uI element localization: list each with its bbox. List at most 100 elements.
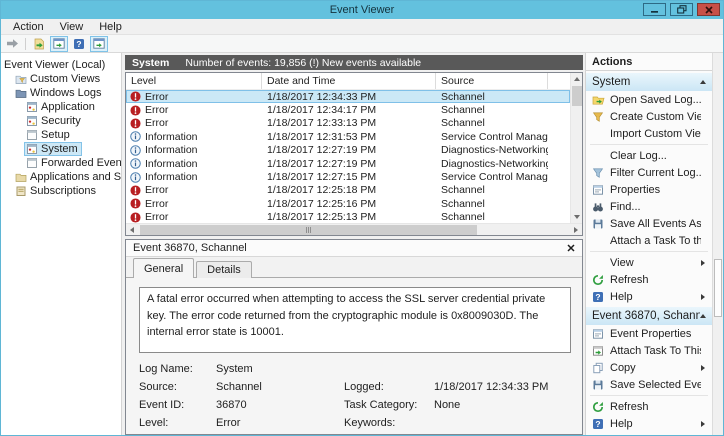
event-row[interactable]: Error1/18/2017 12:25:16 PMSchannel: [126, 197, 570, 210]
find-icon: [592, 201, 604, 213]
action-label: Import Custom View...: [606, 128, 701, 140]
column-header-level[interactable]: Level: [126, 73, 262, 89]
tree-item-custom-views[interactable]: Custom Views: [1, 72, 121, 86]
tab-details[interactable]: Details: [196, 261, 252, 278]
horizontal-scroll-thumb[interactable]: [140, 225, 477, 235]
action-label: Refresh: [606, 274, 701, 286]
event-list: LevelDate and TimeSource Error1/18/2017 …: [125, 72, 583, 236]
action-help[interactable]: ?Help: [586, 415, 712, 432]
actions-section-system[interactable]: System: [586, 73, 712, 91]
scroll-down-icon[interactable]: [571, 211, 583, 223]
collapse-icon[interactable]: [700, 314, 706, 318]
level-label: Error: [145, 211, 168, 223]
action-icon-slot: [590, 218, 606, 230]
forward-arrow-button[interactable]: [3, 36, 21, 52]
action-properties[interactable]: Properties: [586, 181, 712, 198]
tree-item-label: Subscriptions: [30, 185, 96, 197]
actions-scrollbar[interactable]: [712, 53, 723, 435]
action-icon-slot: ?: [590, 291, 606, 303]
menu-help[interactable]: Help: [91, 19, 130, 34]
menubar: ActionViewHelp: [1, 19, 723, 35]
event-list-vertical-scrollbar[interactable]: [570, 73, 582, 223]
field-value: [434, 363, 570, 375]
action-help[interactable]: ?Help: [586, 288, 712, 305]
action-attach-a-task-to-this-l[interactable]: Attach a Task To this L...: [586, 232, 712, 249]
help-button[interactable]: ?: [70, 36, 88, 52]
action-save-selected-events[interactable]: Save Selected Events...: [586, 376, 712, 393]
tree-item-forwarded-events[interactable]: Forwarded Events: [1, 156, 121, 170]
event-row[interactable]: Information1/18/2017 12:27:19 PMDiagnost…: [126, 144, 570, 157]
vertical-scroll-thumb[interactable]: [572, 86, 582, 106]
column-header-source[interactable]: Source: [436, 73, 548, 89]
event-row[interactable]: Error1/18/2017 12:34:17 PMSchannel: [126, 103, 570, 116]
restore-button[interactable]: [670, 3, 693, 16]
actions-scroll-thumb[interactable]: [714, 259, 722, 316]
event-count-label: Number of events: 19,856 (!) New events …: [185, 57, 421, 69]
tree-item-label: Forwarded Events: [41, 157, 122, 169]
submenu-slot: [701, 365, 710, 371]
scroll-left-icon[interactable]: [126, 224, 138, 236]
action-clear-log[interactable]: Clear Log...: [586, 147, 712, 164]
action-filter-current-log[interactable]: Filter Current Log...: [586, 164, 712, 181]
close-button[interactable]: [697, 3, 720, 16]
action-attach-task-to-this-ev[interactable]: Attach Task To This Ev...: [586, 342, 712, 359]
action-event-properties[interactable]: Event Properties: [586, 325, 712, 342]
tree-item-application[interactable]: Application: [1, 100, 121, 114]
action-create-custom-view[interactable]: Create Custom View...: [586, 108, 712, 125]
export-log-button[interactable]: [30, 36, 48, 52]
event-row[interactable]: Information1/18/2017 12:27:15 PMService …: [126, 170, 570, 183]
tree-item-event-viewer-local[interactable]: Event Viewer (Local): [1, 58, 121, 72]
column-header-date-and-time[interactable]: Date and Time: [262, 73, 436, 89]
tab-general[interactable]: General: [133, 258, 194, 278]
field-label: Keywords:: [344, 417, 434, 429]
level-cell: Error: [126, 211, 262, 223]
action-pane-button[interactable]: [90, 36, 108, 52]
action-open-saved-log[interactable]: Open Saved Log...: [586, 91, 712, 108]
tree-item-security[interactable]: Security: [1, 114, 121, 128]
event-row[interactable]: Error1/18/2017 12:25:18 PMSchannel: [126, 184, 570, 197]
help-icon: ?: [73, 38, 85, 50]
tree-item-label: Windows Logs: [30, 87, 102, 99]
submenu-arrow-icon: [701, 421, 705, 427]
console-tree-button[interactable]: [50, 36, 68, 52]
action-refresh[interactable]: Refresh: [586, 271, 712, 288]
toolbar-separator: [25, 38, 26, 50]
source-cell: Diagnostics-Networking: [436, 158, 548, 170]
menu-action[interactable]: Action: [5, 19, 52, 34]
action-label: View: [606, 257, 701, 269]
action-save-all-events-as[interactable]: Save All Events As...: [586, 215, 712, 232]
level-cell: Error: [126, 184, 262, 196]
action-view[interactable]: View: [586, 254, 712, 271]
tree-item-system[interactable]: System: [1, 142, 121, 156]
tree-item-subscriptions[interactable]: Subscriptions: [1, 184, 121, 198]
menu-view[interactable]: View: [52, 19, 92, 34]
collapse-icon[interactable]: [700, 80, 706, 84]
titlebar[interactable]: Event Viewer: [1, 1, 723, 19]
level-label: Error: [145, 184, 168, 196]
actions-section-event-36870-schannel[interactable]: Event 36870, Schannel: [586, 307, 712, 325]
scroll-right-icon[interactable]: [570, 224, 582, 236]
actions-separator: [590, 251, 708, 252]
event-list-horizontal-scrollbar[interactable]: [126, 223, 582, 235]
event-row[interactable]: Error1/18/2017 12:25:13 PMSchannel: [126, 211, 570, 223]
tree-item-setup[interactable]: Setup: [1, 128, 121, 142]
tree-item-applications-and-services-lo[interactable]: Applications and Services Lo: [1, 170, 121, 184]
error-icon: [130, 118, 141, 129]
event-row[interactable]: Information1/18/2017 12:31:53 PMService …: [126, 130, 570, 143]
action-copy[interactable]: Copy: [586, 359, 712, 376]
scroll-up-icon[interactable]: [571, 73, 583, 85]
action-label: Event Properties: [606, 328, 701, 340]
event-row[interactable]: Error1/18/2017 12:34:33 PMSchannel: [126, 90, 570, 103]
action-find[interactable]: Find...: [586, 198, 712, 215]
event-row[interactable]: Error1/18/2017 12:33:13 PMSchannel: [126, 117, 570, 130]
level-label: Error: [145, 104, 168, 116]
action-refresh[interactable]: Refresh: [586, 398, 712, 415]
action-import-custom-view[interactable]: Import Custom View...: [586, 125, 712, 142]
horizontal-scroll-track[interactable]: [138, 224, 570, 236]
tree-item-windows-logs[interactable]: Windows Logs: [1, 86, 121, 100]
action-icon-slot: [590, 328, 606, 340]
window-title: Event Viewer: [330, 4, 395, 16]
minimize-button[interactable]: [643, 3, 666, 16]
event-row[interactable]: Information1/18/2017 12:27:19 PMDiagnost…: [126, 157, 570, 170]
close-preview-icon[interactable]: [567, 244, 575, 252]
